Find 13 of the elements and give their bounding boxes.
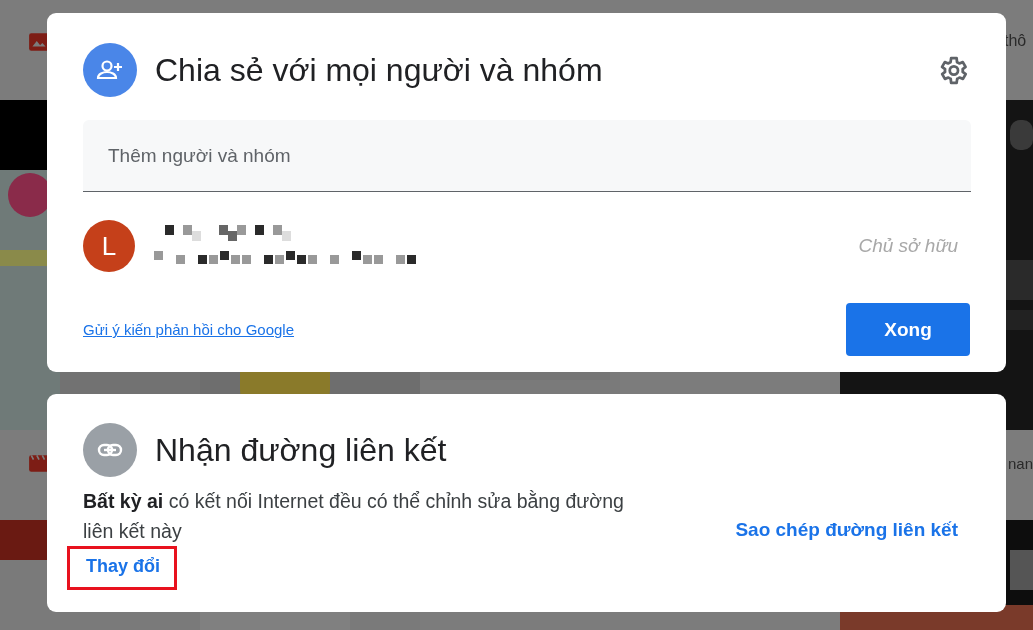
link-icon — [83, 423, 137, 477]
owner-label: Chủ sở hữu — [858, 235, 958, 257]
add-people-field[interactable]: Thêm người và nhóm — [83, 120, 971, 192]
done-button[interactable]: Xong — [846, 303, 970, 356]
dialog-title: Nhận đường liên kết — [155, 431, 447, 469]
dialog-title: Chia sẻ với mọi người và nhóm — [155, 51, 603, 89]
change-link[interactable]: Thay đổi — [86, 556, 160, 576]
access-description: Bất kỳ ai có kết nối Internet đều có thể chỉnh sửa bằng đường liên kết này — [83, 489, 625, 544]
add-person-icon — [83, 43, 137, 97]
video-file-icon — [28, 452, 50, 474]
image-file-icon — [28, 31, 50, 53]
copy-link-button[interactable]: Sao chép đường liên kết — [735, 519, 958, 541]
file-name: nan — [1008, 455, 1033, 472]
